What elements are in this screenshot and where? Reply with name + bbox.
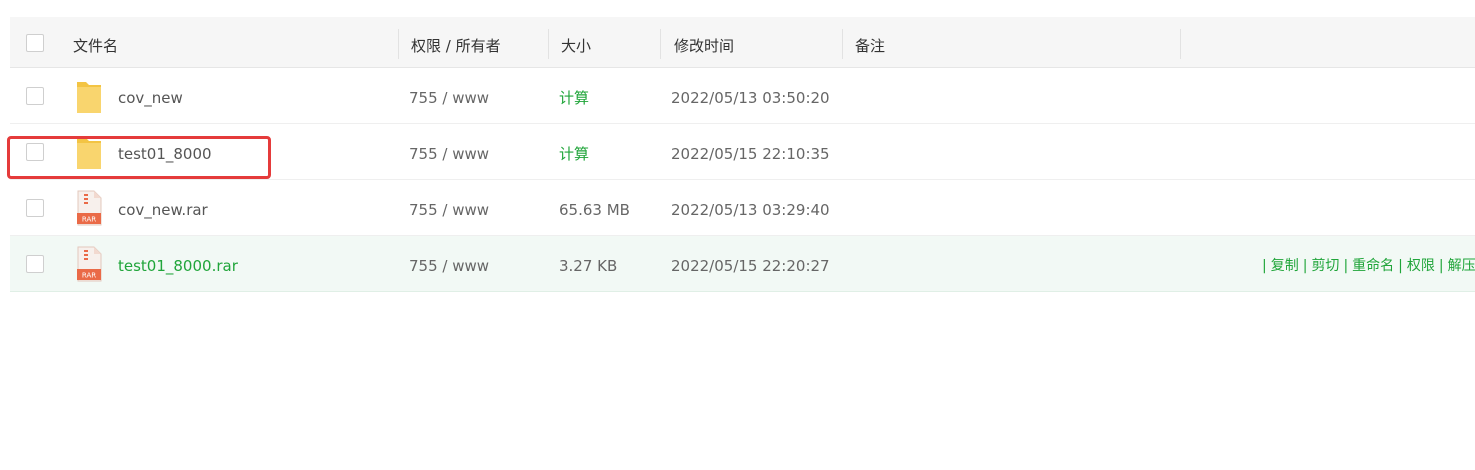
- file-modified-time: 2022/05/15 22:20:27: [671, 257, 830, 275]
- file-table: 文件名 权限 / 所有者 大小 修改时间 备注 cov_new 755 / ww…: [10, 17, 1475, 292]
- rar-badge-text: RAR: [82, 216, 96, 224]
- file-permission[interactable]: 755 / www: [409, 236, 489, 291]
- file-name[interactable]: cov_new.rar: [118, 180, 208, 235]
- copy-action[interactable]: 复制: [1271, 258, 1299, 274]
- table-row[interactable]: test01_8000 755 / www 计算 2022/05/15 22:1…: [10, 124, 1475, 180]
- column-header-remark[interactable]: 备注: [855, 17, 885, 67]
- folder-icon: [77, 138, 101, 169]
- column-divider[interactable]: [548, 29, 549, 59]
- action-separator: |: [1302, 258, 1308, 274]
- row-checkbox[interactable]: [26, 87, 44, 105]
- file-modified-time: 2022/05/15 22:10:35: [671, 145, 830, 163]
- row-actions: | 复制 | 剪切 | 重命名 | 权限 | 解压: [1258, 236, 1475, 291]
- column-header-size[interactable]: 大小: [561, 17, 591, 67]
- permission-action[interactable]: 权限: [1407, 258, 1435, 274]
- extract-action[interactable]: 解压: [1448, 258, 1475, 274]
- column-divider[interactable]: [842, 29, 843, 59]
- file-size: 65.63 MB: [559, 201, 630, 219]
- column-header-filename[interactable]: 文件名: [73, 17, 118, 67]
- rar-badge-text: RAR: [82, 272, 96, 280]
- row-checkbox[interactable]: [26, 143, 44, 161]
- table-row[interactable]: cov_new 755 / www 计算 2022/05/13 03:50:20: [10, 68, 1475, 124]
- file-permission[interactable]: 755 / www: [409, 68, 489, 123]
- select-all-checkbox[interactable]: [26, 34, 44, 52]
- file-size: 3.27 KB: [559, 257, 618, 275]
- action-separator: |: [1398, 258, 1403, 274]
- calculate-size-link[interactable]: 计算: [559, 68, 589, 123]
- column-header-modified[interactable]: 修改时间: [674, 17, 734, 67]
- rar-file-icon: RAR: [77, 246, 102, 282]
- file-permission[interactable]: 755 / www: [409, 124, 489, 179]
- file-permission[interactable]: 755 / www: [409, 180, 489, 235]
- file-name[interactable]: cov_new: [118, 68, 183, 123]
- action-separator: |: [1343, 258, 1349, 274]
- file-modified-time: 2022/05/13 03:29:40: [671, 201, 830, 219]
- file-name[interactable]: test01_8000.rar: [118, 236, 238, 291]
- column-divider[interactable]: [1180, 29, 1181, 59]
- column-header-permission[interactable]: 权限 / 所有者: [411, 17, 501, 67]
- action-separator: |: [1438, 258, 1444, 274]
- row-checkbox[interactable]: [26, 255, 44, 273]
- file-name[interactable]: test01_8000: [118, 124, 212, 179]
- table-row-selected[interactable]: RAR test01_8000.rar 755 / www 3.27 KB 20…: [10, 236, 1475, 292]
- column-divider[interactable]: [398, 29, 399, 59]
- action-separator: |: [1262, 258, 1267, 274]
- table-header: 文件名 权限 / 所有者 大小 修改时间 备注: [10, 17, 1475, 68]
- folder-icon: [77, 82, 101, 113]
- file-modified-time: 2022/05/13 03:50:20: [671, 89, 830, 107]
- column-divider[interactable]: [660, 29, 661, 59]
- rar-file-icon: RAR: [77, 190, 102, 226]
- cut-action[interactable]: 剪切: [1311, 258, 1339, 274]
- rename-action[interactable]: 重命名: [1352, 258, 1394, 274]
- calculate-size-link[interactable]: 计算: [559, 124, 589, 179]
- table-row[interactable]: RAR cov_new.rar 755 / www 65.63 MB 2022/…: [10, 180, 1475, 236]
- row-checkbox[interactable]: [26, 199, 44, 217]
